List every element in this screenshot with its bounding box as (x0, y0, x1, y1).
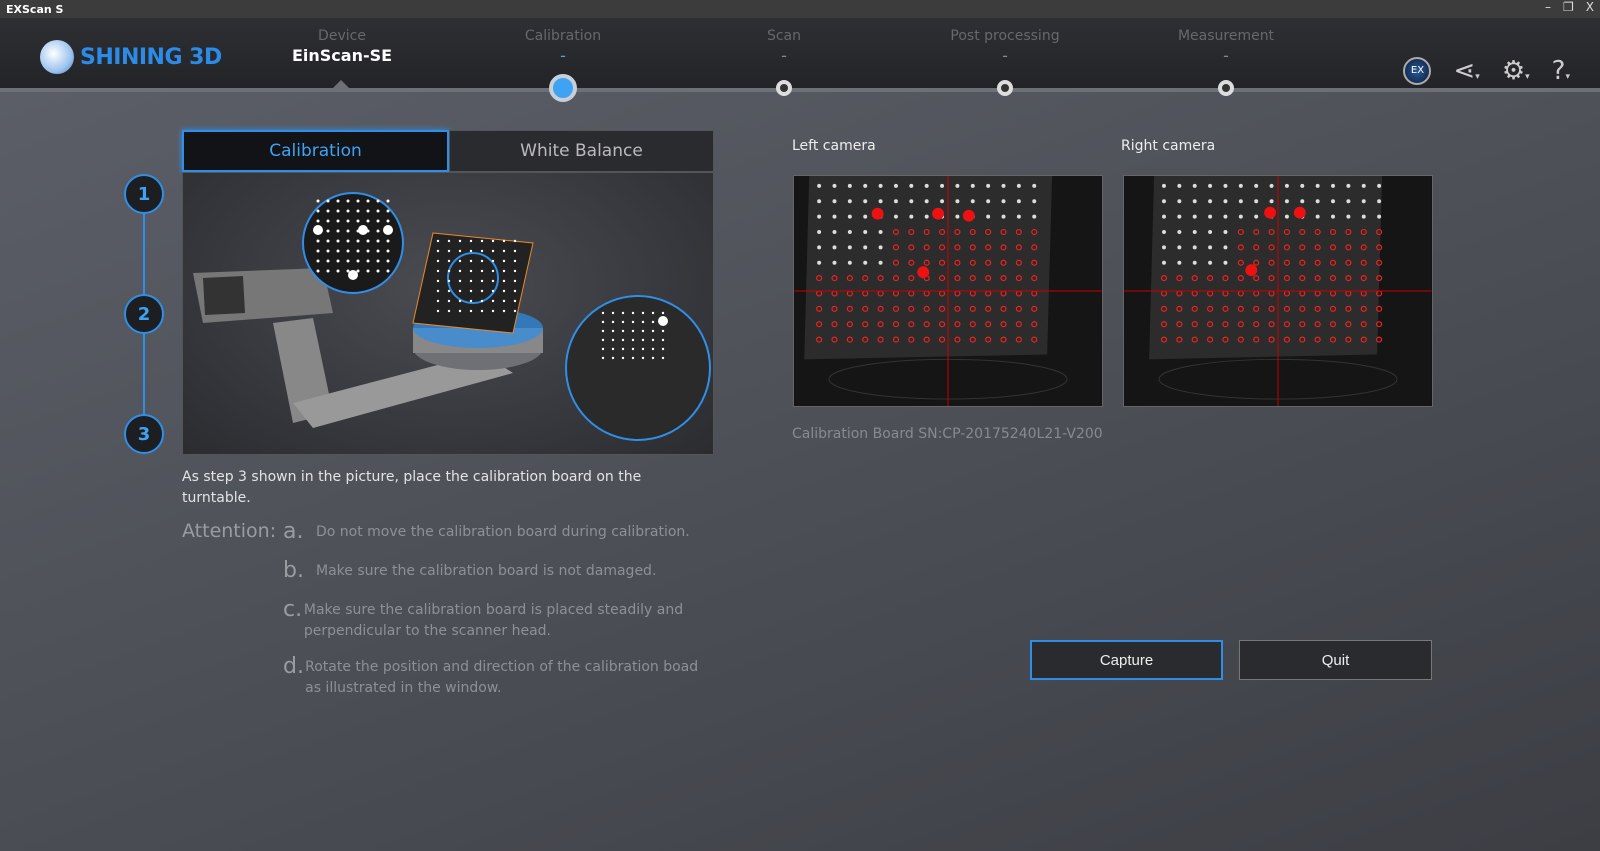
settings-icon[interactable]: ⚙▾ (1502, 56, 1530, 86)
share-icon[interactable]: ⋖▾ (1453, 56, 1479, 86)
right-camera-view (1123, 175, 1433, 407)
step-scan[interactable]: Scan - (694, 28, 874, 65)
step-calibration[interactable]: Calibration - (473, 28, 653, 65)
item-text: Do not move the calibration board during… (316, 524, 690, 540)
step-value: - (560, 46, 566, 65)
quit-button[interactable]: Quit (1239, 640, 1432, 680)
logo-icon (40, 40, 74, 74)
left-camera-label: Left camera (792, 138, 876, 154)
restore-button[interactable]: ❐ (1563, 0, 1574, 14)
tab-bar: Calibration White Balance (182, 130, 714, 172)
item-key: a. (283, 519, 304, 544)
step-label: Measurement (1177, 28, 1275, 44)
attention-label: Attention: (182, 520, 277, 542)
step-value: - (1002, 46, 1008, 65)
header: SHINING 3D Device EinScan-SE Calibration -… (0, 18, 1600, 92)
attention-item-c: c. Make sure the calibration board is pla… (283, 597, 703, 642)
progress-node-calibration (549, 74, 577, 102)
progress-node-post-processing (997, 80, 1013, 96)
instruction-text: As step 3 shown in the picture, place th… (182, 469, 642, 506)
step-label: Device (318, 28, 366, 44)
attention-item-b: b. Make sure the calibration board is not… (283, 558, 723, 583)
current-step-marker (333, 80, 349, 88)
item-text: Make sure the calibration board is place… (303, 602, 684, 639)
capture-button[interactable]: Capture (1030, 640, 1223, 680)
minimize-button[interactable]: – (1545, 0, 1551, 14)
step-circle-1: 1 (124, 174, 164, 214)
close-button[interactable]: X (1586, 0, 1594, 14)
item-key: b. (283, 558, 304, 583)
step-circle-3: 3 (124, 414, 164, 454)
logo-text: SHINING 3D (80, 44, 222, 70)
item-key: c. (283, 597, 303, 622)
item-key: d. (283, 654, 304, 679)
logo: SHINING 3D (40, 40, 222, 74)
step-device[interactable]: Device EinScan-SE (252, 28, 432, 65)
attention-item-d: d. Rotate the position and direction of t… (283, 654, 703, 699)
calibration-board-serial: Calibration Board SN:CP-20175240L21-V200 (792, 426, 1103, 442)
step-value: - (781, 46, 787, 65)
calibration-illustration (182, 172, 714, 455)
progress-node-scan (776, 80, 792, 96)
step-value: EinScan-SE (291, 46, 393, 65)
window-title: EXScan S (6, 2, 64, 16)
help-icon[interactable]: ?▾ (1552, 56, 1570, 86)
step-measurement[interactable]: Measurement - (1136, 28, 1316, 65)
step-label: Calibration (524, 28, 602, 44)
step-label: Scan (766, 28, 802, 44)
right-camera-label: Right camera (1121, 138, 1216, 154)
step-circle-2: 2 (124, 294, 164, 334)
title-bar: EXScan S – ❐ X (0, 0, 1600, 18)
tab-calibration[interactable]: Calibration (182, 130, 449, 172)
attention-item-a: a. Do not move the calibration board duri… (283, 519, 723, 544)
item-text: Rotate the position and direction of the… (305, 659, 699, 696)
left-camera-view (793, 175, 1103, 407)
step-post-processing[interactable]: Post processing - (915, 28, 1095, 65)
step-value: - (1223, 46, 1229, 65)
exscan-icon[interactable]: EX (1403, 57, 1432, 85)
item-text: Make sure the calibration board is not d… (316, 563, 657, 579)
progress-node-measurement (1218, 80, 1234, 96)
tab-white-balance[interactable]: White Balance (449, 130, 714, 172)
step-label: Post processing (950, 28, 1060, 44)
